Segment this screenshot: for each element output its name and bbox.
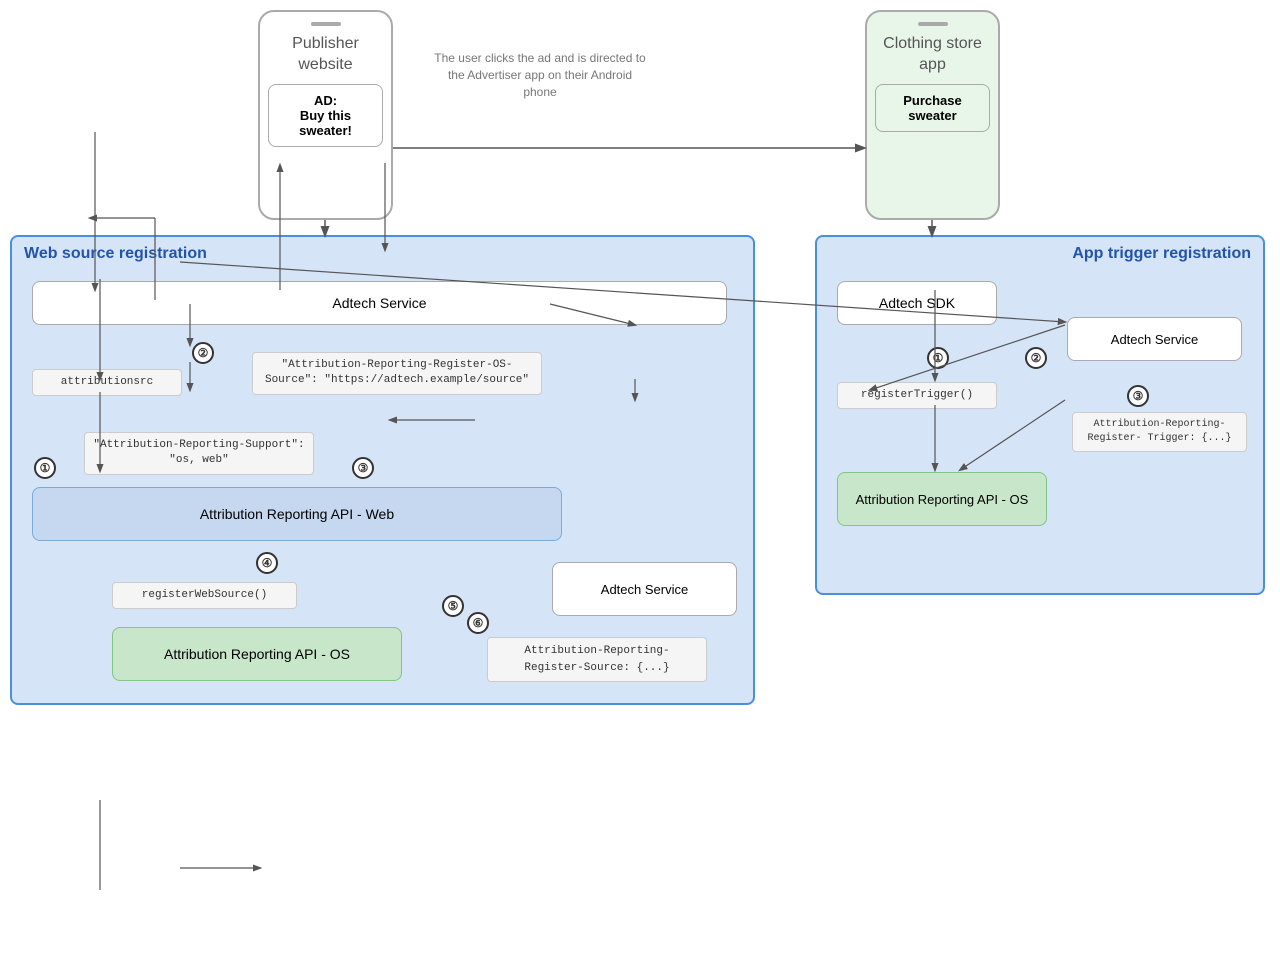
num-2-right: ② [1025, 347, 1047, 369]
app-trigger-title: App trigger registration [1072, 245, 1251, 263]
publisher-phone: Publisher website AD: Buy this sweater! [258, 10, 393, 220]
num-1-left: ① [34, 457, 56, 479]
adtech-service-bottom: Adtech Service [552, 562, 737, 616]
attributionsrc-box: attributionsrc [32, 369, 182, 396]
register-source-header-box: Attribution-Reporting- Register-Source: … [487, 637, 707, 682]
purchase-label: Purchase sweater [903, 93, 962, 123]
ad-text: Buy this sweater! [299, 108, 352, 138]
api-os-left: Attribution Reporting API - OS [112, 627, 402, 681]
num-1-right: ① [927, 347, 949, 369]
num-3-right: ③ [1127, 385, 1149, 407]
publisher-phone-title: Publisher website [268, 34, 383, 76]
header-response-box: "Attribution-Reporting-Register-OS-Sourc… [252, 352, 542, 395]
register-web-source-box: registerWebSource() [112, 582, 297, 609]
adtech-service-right: Adtech Service [1067, 317, 1242, 361]
diagram-area: Publisher website AD: Buy this sweater! … [0, 0, 1280, 960]
num-4-left: ④ [256, 552, 278, 574]
clothing-phone: Clothing store app Purchase sweater [865, 10, 1000, 220]
api-os-right: Attribution Reporting API - OS [837, 472, 1047, 526]
purchase-button-box: Purchase sweater [875, 84, 990, 132]
num-5-left: ⑤ [442, 595, 464, 617]
num-2-left: ② [192, 342, 214, 364]
register-trigger-box: registerTrigger() [837, 382, 997, 409]
ad-label: AD: [314, 93, 337, 108]
num-3-left: ③ [352, 457, 374, 479]
api-web-box: Attribution Reporting API - Web [32, 487, 562, 541]
adtech-sdk-box: Adtech SDK [837, 281, 997, 325]
support-header-box: "Attribution-Reporting-Support": "os, we… [84, 432, 314, 475]
adtech-service-top: Adtech Service [32, 281, 727, 325]
publisher-ad-box: AD: Buy this sweater! [268, 84, 383, 147]
app-trigger-registration-box: App trigger registration Adtech SDK regi… [815, 235, 1265, 595]
clothing-phone-title: Clothing store app [875, 34, 990, 76]
register-trigger-header-box: Attribution-Reporting-Register- Trigger:… [1072, 412, 1247, 452]
web-source-title: Web source registration [24, 245, 207, 263]
phone-speaker-publisher [311, 22, 341, 26]
num-6-left: ⑥ [467, 612, 489, 634]
phone-speaker-clothing [918, 22, 948, 26]
user-click-label: The user clicks the ad and is directed t… [430, 50, 650, 100]
web-source-registration-box: Web source registration Adtech Service a… [10, 235, 755, 705]
